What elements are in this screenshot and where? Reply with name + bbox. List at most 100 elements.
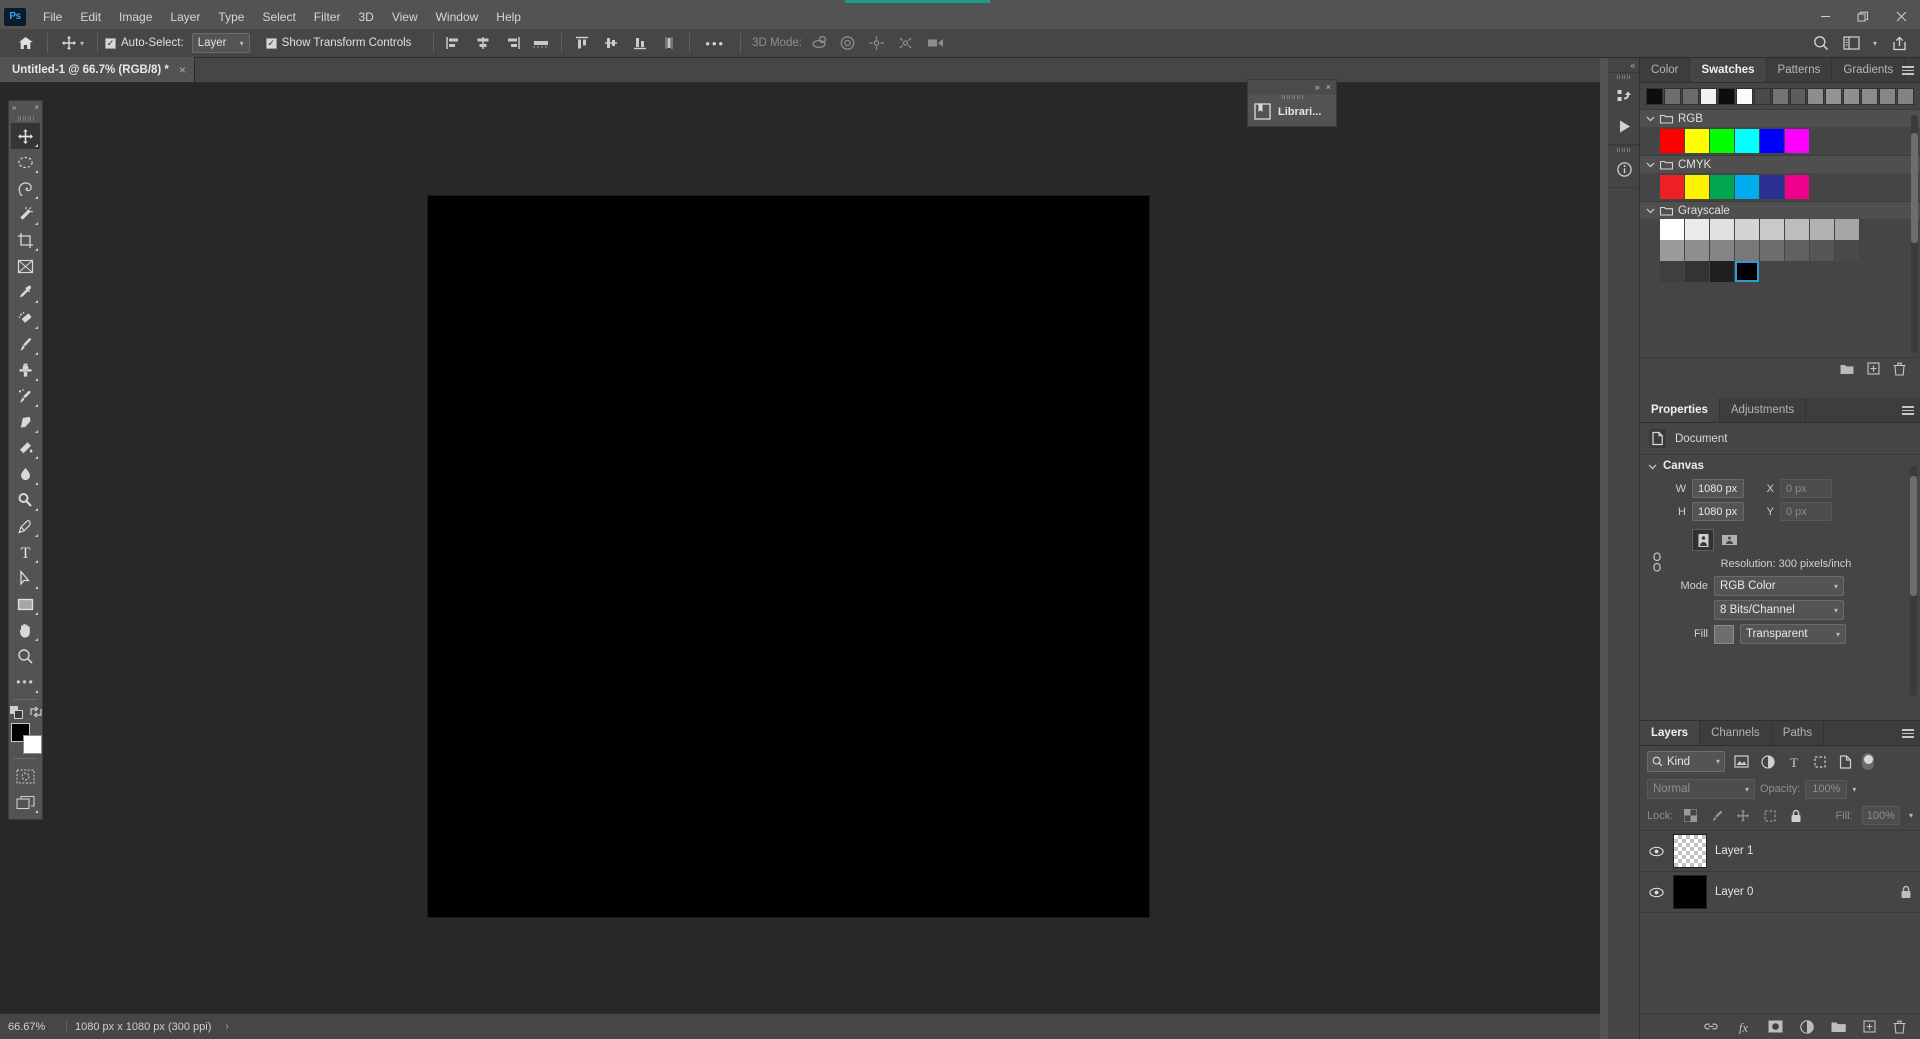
close-button[interactable] xyxy=(1882,4,1920,29)
align-left-edges-icon[interactable] xyxy=(441,32,467,54)
healing-brush-tool[interactable] xyxy=(11,305,40,331)
collapse-icon[interactable]: « xyxy=(1631,61,1635,70)
magic-wand-tool[interactable] xyxy=(11,201,40,227)
color-mode-dropdown[interactable]: RGB Color ▾ xyxy=(1714,576,1844,596)
swatch-cmyk-yellow[interactable] xyxy=(1685,175,1709,199)
swatch-rgb-green[interactable] xyxy=(1710,129,1734,153)
swatch-gray[interactable] xyxy=(1710,219,1734,240)
delete-swatch-icon[interactable] xyxy=(1893,362,1906,376)
document-tab[interactable]: Untitled-1 @ 66.7% (RGB/8) * × xyxy=(0,57,195,82)
menu-filter[interactable]: Filter xyxy=(305,7,350,27)
align-top-edges-icon[interactable] xyxy=(569,32,595,54)
canvas-section-header[interactable]: Canvas xyxy=(1640,454,1920,477)
zoom-level[interactable]: 66.67% xyxy=(0,1021,58,1033)
align-right-edges-icon[interactable] xyxy=(499,32,525,54)
quick-mask-toggle[interactable] xyxy=(11,763,40,789)
fill-color-swatch[interactable] xyxy=(1714,624,1734,644)
swatch-cmyk-green[interactable] xyxy=(1710,175,1734,199)
tab-swatches[interactable]: Swatches xyxy=(1690,58,1767,82)
status-expand-icon[interactable]: › xyxy=(225,1021,228,1032)
orbit-3d-icon[interactable] xyxy=(806,32,832,54)
swatch-rgb-cyan[interactable] xyxy=(1735,129,1759,153)
panel-menu-icon[interactable] xyxy=(1902,721,1914,746)
shape-filter-icon[interactable] xyxy=(1810,752,1829,771)
swatch-gray[interactable] xyxy=(1835,240,1859,261)
menu-select[interactable]: Select xyxy=(253,7,304,27)
actions-play-icon[interactable] xyxy=(1608,111,1640,141)
swatch-gray[interactable] xyxy=(1685,261,1709,282)
recent-swatch[interactable] xyxy=(1717,88,1735,105)
swatch-rgb-yellow[interactable] xyxy=(1685,129,1709,153)
document-info[interactable]: 1080 px x 1080 px (300 ppi) xyxy=(75,1021,211,1033)
libraries-floating-panel[interactable]: » × Librari... xyxy=(1247,79,1337,127)
menu-window[interactable]: Window xyxy=(427,7,488,27)
lock-image-icon[interactable] xyxy=(1709,806,1726,825)
swatch-group-rgb[interactable]: RGB xyxy=(1640,109,1920,127)
opacity-input[interactable]: 100% xyxy=(1805,779,1848,799)
swatch-gray[interactable] xyxy=(1660,261,1684,282)
clone-stamp-tool[interactable] xyxy=(11,357,40,383)
dodge-tool[interactable] xyxy=(11,487,40,513)
drag-grip[interactable] xyxy=(1608,73,1639,81)
lock-transparency-icon[interactable] xyxy=(1682,806,1699,825)
recent-swatch[interactable] xyxy=(1897,88,1915,105)
swatch-gray-selected[interactable] xyxy=(1735,261,1759,282)
adjustment-layer-icon[interactable] xyxy=(1800,1019,1814,1034)
recent-swatch[interactable] xyxy=(1735,88,1753,105)
swatch-gray[interactable] xyxy=(1785,240,1809,261)
move-tool[interactable] xyxy=(11,123,40,149)
brush-tool[interactable] xyxy=(11,331,40,357)
minimize-button[interactable] xyxy=(1806,4,1844,29)
menu-help[interactable]: Help xyxy=(487,7,530,27)
menu-file[interactable]: File xyxy=(34,7,71,27)
swatch-gray[interactable] xyxy=(1710,240,1734,261)
show-transform-group[interactable]: ✓ Show Transform Controls xyxy=(265,37,411,49)
portrait-icon[interactable] xyxy=(1692,529,1714,551)
panel-menu-icon[interactable] xyxy=(1902,398,1914,423)
swatch-gray[interactable] xyxy=(1735,219,1759,240)
menu-view[interactable]: View xyxy=(383,7,427,27)
swatch-gray[interactable] xyxy=(1735,240,1759,261)
height-input[interactable]: 1080 px xyxy=(1692,502,1744,521)
align-vertical-centers-icon[interactable] xyxy=(598,32,624,54)
swatch-gray[interactable] xyxy=(1760,219,1784,240)
workspace-icon[interactable] xyxy=(1838,32,1864,54)
x-input[interactable]: 0 px xyxy=(1780,479,1832,498)
recent-swatch[interactable] xyxy=(1879,88,1897,105)
swatches-scrollbar[interactable] xyxy=(1911,115,1918,353)
swatch-rgb-magenta[interactable] xyxy=(1785,129,1809,153)
screen-mode-toggle[interactable] xyxy=(11,789,40,815)
swatch-gray[interactable] xyxy=(1685,219,1709,240)
swatches-list[interactable]: RGB CMYK Grayscale xyxy=(1640,109,1920,357)
align-bottom-edges-icon[interactable] xyxy=(627,32,653,54)
layer-thumbnail[interactable] xyxy=(1673,875,1707,909)
lasso-tool[interactable] xyxy=(11,175,40,201)
slide-3d-icon[interactable] xyxy=(893,32,919,54)
home-icon[interactable] xyxy=(10,32,40,54)
zoom-3d-camera-icon[interactable] xyxy=(922,32,948,54)
pen-tool[interactable] xyxy=(11,513,40,539)
landscape-icon[interactable] xyxy=(1718,529,1740,551)
crop-tool[interactable] xyxy=(11,227,40,253)
pixel-filter-icon[interactable] xyxy=(1732,752,1751,771)
recent-swatch[interactable] xyxy=(1663,88,1681,105)
swatch-rgb-red[interactable] xyxy=(1660,129,1684,153)
y-input[interactable]: 0 px xyxy=(1780,502,1832,521)
opacity-scrubber-icon[interactable]: ▾ xyxy=(1852,785,1856,794)
tab-paths[interactable]: Paths xyxy=(1772,721,1825,745)
new-layer-icon[interactable] xyxy=(1863,1020,1876,1033)
collapse-icon[interactable]: » xyxy=(12,103,16,112)
roll-3d-icon[interactable] xyxy=(835,32,861,54)
add-mask-icon[interactable] xyxy=(1768,1020,1783,1033)
drag-grip[interactable] xyxy=(1608,146,1639,154)
blur-tool[interactable] xyxy=(11,461,40,487)
swatch-gray[interactable] xyxy=(1785,219,1809,240)
eraser-tool[interactable] xyxy=(11,409,40,435)
eyedropper-tool[interactable] xyxy=(11,279,40,305)
layer-visibility-icon[interactable] xyxy=(1648,846,1665,857)
properties-scrollbar[interactable] xyxy=(1910,466,1917,696)
show-transform-checkbox[interactable]: ✓ xyxy=(265,37,277,49)
link-constrain-icon[interactable] xyxy=(1644,551,1670,573)
swatch-cmyk-cyan[interactable] xyxy=(1735,175,1759,199)
panel-menu-icon[interactable] xyxy=(1902,58,1914,83)
